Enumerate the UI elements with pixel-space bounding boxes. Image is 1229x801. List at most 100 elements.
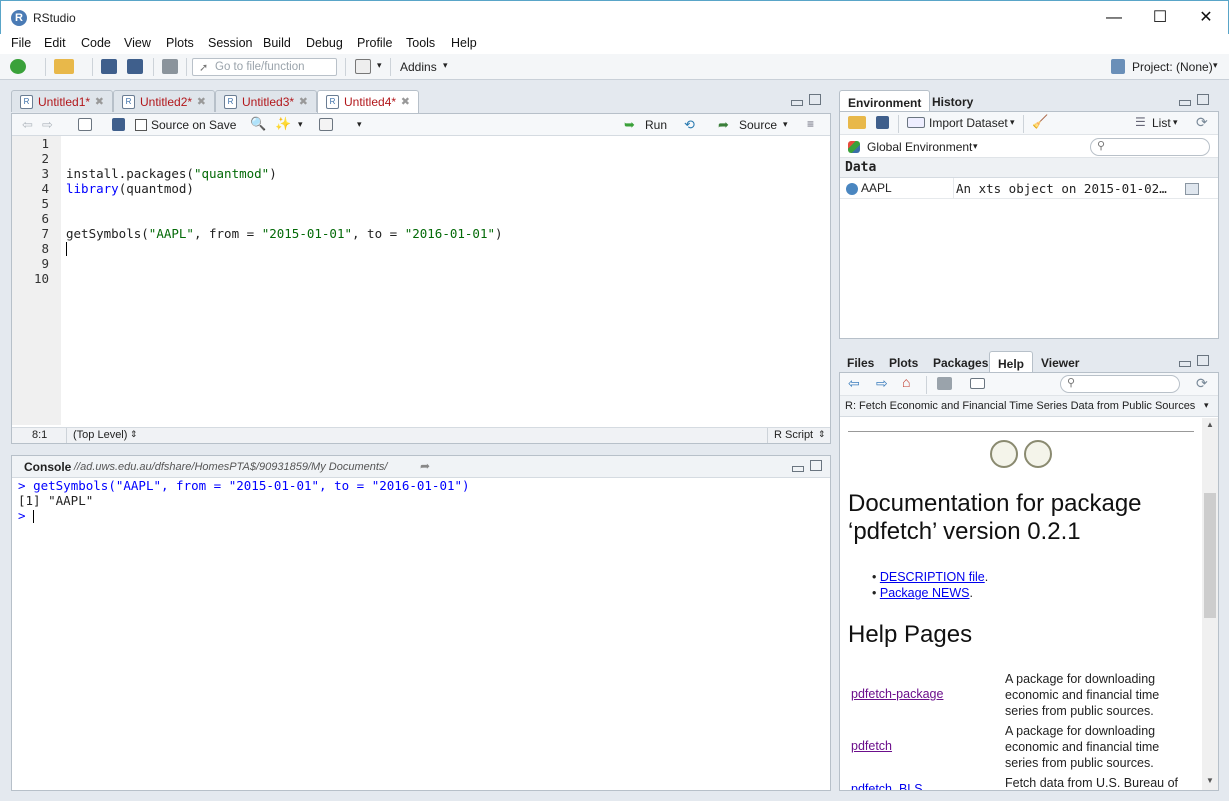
import-dataset-button[interactable]: Import Dataset — [929, 116, 1008, 130]
save-all-icon[interactable] — [127, 59, 143, 74]
view-mode-selector[interactable]: List — [1152, 116, 1171, 130]
run-button[interactable]: Run — [645, 118, 667, 132]
rerun-icon[interactable]: ⟲ — [684, 117, 695, 133]
open-folder-icon[interactable] — [54, 59, 74, 74]
menu-session[interactable]: Session — [208, 36, 252, 50]
addins-menu[interactable]: Addins — [400, 60, 437, 74]
maximize-pane-icon[interactable] — [1197, 355, 1209, 366]
chevron-down-icon[interactable]: ▾ — [973, 141, 978, 152]
forward-arrow-icon[interactable]: ⇨ — [42, 117, 53, 133]
print-icon[interactable] — [162, 59, 178, 74]
environment-selector[interactable]: Global Environment — [867, 140, 972, 154]
tab-viewer[interactable]: Viewer — [1033, 351, 1087, 373]
menu-view[interactable]: View — [124, 36, 151, 50]
chevron-down-icon[interactable]: ▾ — [443, 60, 448, 71]
source-button[interactable]: Source — [739, 118, 777, 132]
menu-help[interactable]: Help — [451, 36, 477, 50]
package-news-link[interactable]: Package NEWS — [880, 586, 970, 600]
chevron-down-icon[interactable]: ▾ — [1010, 117, 1015, 128]
chevron-down-icon[interactable]: ▾ — [357, 119, 362, 130]
new-file-icon[interactable] — [10, 59, 26, 74]
save-icon[interactable] — [112, 118, 125, 131]
tab-untitled1[interactable]: R Untitled1* ✖ — [11, 90, 113, 112]
chevron-down-icon[interactable]: ▾ — [377, 60, 382, 71]
scrollbar-thumb[interactable] — [1204, 493, 1216, 618]
help-page-link[interactable]: pdfetch_BLS — [851, 782, 923, 790]
description-file-link[interactable]: DESCRIPTION file — [880, 570, 985, 584]
chevron-down-icon[interactable]: ▾ — [298, 119, 303, 130]
grid-layout-icon[interactable] — [355, 59, 371, 74]
minimize-pane-icon[interactable] — [1179, 361, 1191, 367]
scroll-down-icon[interactable]: ▼ — [1206, 776, 1214, 785]
menu-code[interactable]: Code — [81, 36, 111, 50]
maximize-pane-icon[interactable] — [1197, 94, 1209, 105]
close-icon[interactable]: ✖ — [401, 95, 410, 108]
scroll-up-icon[interactable]: ▲ — [1206, 420, 1214, 429]
chevron-down-icon[interactable]: ▾ — [1204, 400, 1209, 411]
tab-plots[interactable]: Plots — [881, 351, 926, 373]
show-in-window-icon[interactable] — [970, 378, 985, 389]
link-text[interactable]: pdfetch — [851, 739, 892, 753]
tab-files[interactable]: Files — [839, 351, 882, 373]
minimize-pane-icon[interactable] — [791, 100, 803, 106]
magic-wand-icon[interactable]: ✨ — [275, 116, 291, 132]
chevron-down-icon[interactable]: ▾ — [1213, 60, 1218, 71]
save-icon[interactable] — [876, 116, 889, 129]
project-menu[interactable]: Project: (None) — [1132, 60, 1213, 74]
refresh-icon[interactable]: ⟳ — [1196, 114, 1208, 131]
console-input-line[interactable]: > — [18, 508, 824, 523]
menu-edit[interactable]: Edit — [44, 36, 66, 50]
outline-icon[interactable]: ≡ — [807, 117, 814, 131]
env-row[interactable]: AAPL An xts object on 2015-01-02… — [840, 178, 1218, 199]
expand-icon[interactable] — [846, 183, 858, 195]
tab-untitled2[interactable]: R Untitled2* ✖ — [113, 90, 215, 112]
code-editor[interactable]: install.packages("quantmod") library(qua… — [66, 136, 826, 425]
link-text[interactable]: pdfetch_BLS — [851, 782, 923, 790]
menu-tools[interactable]: Tools — [406, 36, 435, 50]
file-type-selector[interactable]: R Script — [774, 429, 813, 441]
tab-untitled4[interactable]: R Untitled4* ✖ — [317, 90, 419, 113]
tab-untitled3[interactable]: R Untitled3* ✖ — [215, 90, 317, 112]
go-to-directory-icon[interactable]: ➦ — [420, 459, 430, 473]
maximize-pane-icon[interactable] — [810, 460, 822, 471]
broom-icon[interactable]: 🧹 — [1032, 114, 1048, 130]
save-icon[interactable] — [101, 59, 117, 74]
home-icon[interactable]: ⌂ — [902, 374, 910, 390]
link-text[interactable]: pdfetch-package — [851, 687, 943, 701]
compile-report-icon[interactable] — [319, 118, 333, 131]
tab-history[interactable]: History — [924, 90, 981, 112]
go-to-file-input[interactable]: Go to file/function — [192, 58, 337, 76]
tab-environment[interactable]: Environment — [839, 90, 931, 112]
chevron-down-icon[interactable]: ▾ — [783, 119, 788, 130]
refresh-icon[interactable]: ⟳ — [1196, 375, 1208, 392]
search-icon[interactable]: 🔍 — [250, 116, 266, 132]
menu-plots[interactable]: Plots — [166, 36, 194, 50]
load-workspace-icon[interactable] — [848, 116, 866, 129]
console-title[interactable]: Console — [24, 460, 71, 474]
minimize-pane-icon[interactable] — [792, 466, 804, 472]
help-scrollbar[interactable]: ▲ ▼ — [1202, 418, 1218, 790]
help-page-link[interactable]: pdfetch-package — [851, 687, 943, 701]
close-icon[interactable]: ✖ — [95, 95, 104, 108]
source-on-save-checkbox[interactable] — [135, 119, 147, 131]
maximize-button[interactable]: ☐ — [1137, 1, 1183, 34]
menu-file[interactable]: File — [11, 36, 31, 50]
help-search-input[interactable] — [1060, 375, 1180, 393]
menu-profile[interactable]: Profile — [357, 36, 392, 50]
help-page-link[interactable]: pdfetch — [851, 739, 892, 753]
close-icon[interactable]: ✖ — [197, 95, 206, 108]
forward-arrow-icon[interactable]: ⇨ — [876, 375, 888, 392]
show-in-window-icon[interactable] — [78, 118, 92, 131]
console-output[interactable]: > getSymbols("AAPL", from = "2015-01-01"… — [18, 478, 824, 788]
maximize-pane-icon[interactable] — [809, 94, 821, 105]
back-arrow-icon[interactable]: ⇦ — [848, 375, 860, 392]
menu-build[interactable]: Build — [263, 36, 291, 50]
chevron-down-icon[interactable]: ▾ — [1173, 117, 1178, 128]
help-topic-selector[interactable]: R: Fetch Economic and Financial Time Ser… — [845, 400, 1195, 412]
back-arrow-icon[interactable]: ⇦ — [22, 117, 33, 133]
grid-view-icon[interactable] — [1185, 183, 1199, 195]
minimize-button[interactable]: — — [1091, 1, 1137, 34]
menu-debug[interactable]: Debug — [306, 36, 343, 50]
tab-packages[interactable]: Packages — [925, 351, 996, 373]
tab-help[interactable]: Help — [989, 351, 1034, 373]
